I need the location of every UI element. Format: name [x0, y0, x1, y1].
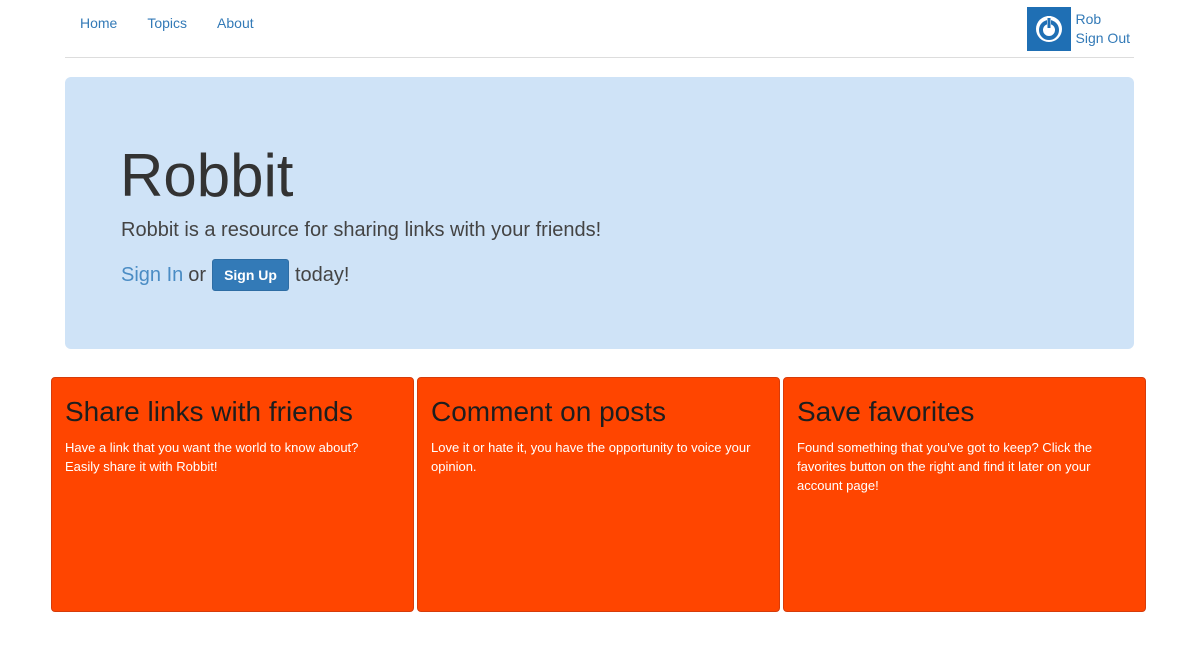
feature-card-comment: Comment on posts Love it or hate it, you…: [417, 377, 780, 612]
avatar[interactable]: [1026, 7, 1071, 51]
feature-title: Save favorites: [797, 396, 975, 427]
feature-title: Share links with friends: [65, 396, 353, 427]
sign-up-button[interactable]: Sign Up: [212, 259, 289, 291]
nav-links: Home Topics About: [65, 14, 269, 32]
feature-text: Found something that you've got to keep?…: [797, 440, 1093, 493]
power-icon: [1035, 16, 1062, 42]
hero-title: Robbit: [120, 142, 294, 209]
cta-today-text: today!: [294, 264, 350, 286]
feature-card-share: Share links with friends Have a link tha…: [51, 377, 414, 612]
sign-out-link[interactable]: Sign Out: [1076, 29, 1130, 48]
hero-jumbotron: Robbit Robbit is a resource for sharing …: [65, 77, 1134, 349]
nav-link-home[interactable]: Home: [65, 14, 132, 32]
feature-text: Have a link that you want the world to k…: [65, 440, 359, 474]
user-links: Rob Sign Out: [1076, 7, 1130, 48]
user-name-link[interactable]: Rob: [1076, 10, 1130, 29]
cta-or-text: or: [188, 264, 207, 286]
feature-card-favorites: Save favorites Found something that you'…: [783, 377, 1146, 612]
sign-in-link[interactable]: Sign In: [121, 262, 183, 288]
feature-text: Love it or hate it, you have the opportu…: [431, 440, 751, 474]
feature-cards: Share links with friends Have a link tha…: [51, 377, 1146, 612]
hero-cta: Sign In or Sign Up today!: [121, 259, 349, 291]
nav-link-topics[interactable]: Topics: [132, 14, 202, 32]
top-navbar: Home Topics About Rob Sign Out: [65, 0, 1134, 58]
nav-link-about[interactable]: About: [202, 14, 269, 32]
user-menu: Rob Sign Out: [1026, 7, 1130, 51]
hero-lead: Robbit is a resource for sharing links w…: [121, 219, 602, 241]
feature-title: Comment on posts: [431, 396, 666, 427]
